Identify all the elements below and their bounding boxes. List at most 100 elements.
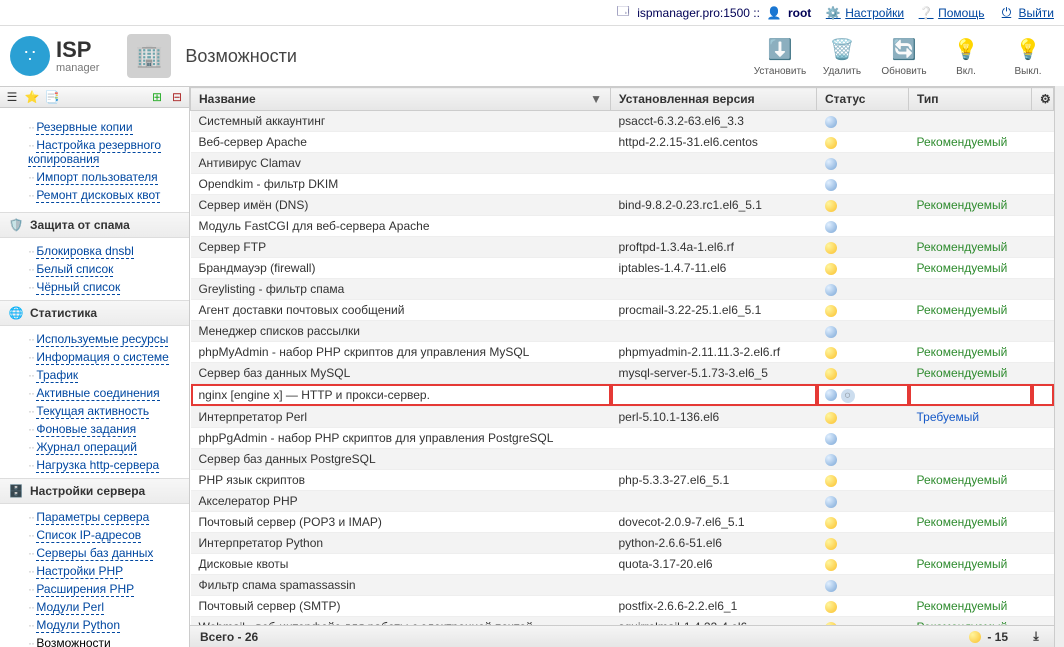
col-status-header[interactable]: Статус [817,88,909,111]
table-row[interactable]: Веб-сервер Apachehttpd-2.2.15-31.el6.cen… [191,132,1054,153]
cell-status [817,575,909,596]
cell-status [817,216,909,237]
sidebar-link[interactable]: Модули Python [36,618,120,633]
help-link[interactable]: ❔Помощь [918,5,984,21]
table-row[interactable]: Акселератор PHP [191,491,1054,512]
cell-name: Почтовый сервер (SMTP) [191,596,611,617]
table-row[interactable]: Сервер баз данных PostgreSQL [191,449,1054,470]
sidebar-group-title[interactable]: 🗄️Настройки сервера [0,478,189,504]
sidebar-link[interactable]: Модули Perl [36,600,104,615]
col-version-header[interactable]: Установленная версия [611,88,817,111]
footer-on-count: - 15 [987,630,1008,644]
cell-type [909,491,1032,512]
sidebar-link[interactable]: Серверы баз данных [36,546,153,561]
add-icon[interactable]: ⊞ [149,89,165,105]
table-row[interactable]: Почтовый сервер (SMTP)postfix-2.6.6-2.2.… [191,596,1054,617]
bulb-on-icon [825,200,837,212]
sidebar-link[interactable]: Активные соединения [36,386,159,401]
settings-link[interactable]: ⚙️Настройки [825,5,904,21]
table-row[interactable]: Интерпретатор Pythonpython-2.6.6-51.el6 [191,533,1054,554]
table-row[interactable]: Агент доставки почтовых сообщенийprocmai… [191,300,1054,321]
col-name-header[interactable]: Название▼ [191,88,611,111]
cell-status [817,407,909,428]
group-icon: 🌐 [8,305,24,321]
sidebar-link[interactable]: Журнал операций [36,440,137,455]
cell-type [909,533,1032,554]
table-row[interactable]: Webmail - веб-интерфейс для работы с эле… [191,617,1054,626]
col-config-header[interactable]: ⚙ [1032,88,1054,111]
cell-version [611,428,817,449]
cell-name: nginx [engine x] — HTTP и прокси-сервер. [191,384,611,407]
sidebar-link[interactable]: Настройки PHP [36,564,123,579]
sidebar-link[interactable]: Чёрный список [36,280,120,295]
sidebar-link[interactable]: Информация о системе [36,350,168,365]
export-icon[interactable]: ⤓ [1028,629,1044,645]
table-row[interactable]: phpMyAdmin - набор PHP скриптов для упра… [191,342,1054,363]
table-row[interactable]: Сервер FTPproftpd-1.3.4a-1.el6.rfРекомен… [191,237,1054,258]
bulb-on-icon [825,242,837,254]
favorite-icon[interactable]: ⭐ [24,89,40,105]
gear-icon: ⚙️ [825,5,841,21]
cell-type [909,111,1032,132]
table-row[interactable]: Системный аккаунтингpsacct-6.3.2-63.el6_… [191,111,1054,132]
cell-name: phpPgAdmin - набор PHP скриптов для упра… [191,428,611,449]
cell-status [817,237,909,258]
delete-button[interactable]: 🗑️Удалить [816,36,868,77]
cell-status [817,342,909,363]
menu-icon[interactable]: ☰ [4,89,20,105]
table-row[interactable]: phpPgAdmin - набор PHP скриптов для упра… [191,428,1054,449]
table-row[interactable]: Брандмауэр (firewall)iptables-1.4.7-11.e… [191,258,1054,279]
col-type-header[interactable]: Тип [909,88,1032,111]
install-button[interactable]: ⬇️Установить [754,36,806,77]
logout-link[interactable]: ⏻Выйти [998,5,1054,21]
table-row[interactable]: Greylisting - фильтр спама [191,279,1054,300]
logo: ∵ ISP manager [10,36,99,76]
power-icon: ⏻ [998,5,1014,21]
sidebar-link[interactable]: Возможности [36,636,110,647]
sidebar-link[interactable]: Параметры сервера [36,510,149,525]
table-row[interactable]: Антивирус Clamav [191,153,1054,174]
scrollbar[interactable] [1054,86,1064,647]
sidebar-link[interactable]: Используемые ресурсы [36,332,168,347]
table-row[interactable]: Сервер баз данных MySQLmysql-server-5.1.… [191,363,1054,384]
sidebar-link[interactable]: Ремонт дисковых квот [36,188,160,203]
table-row[interactable]: Модуль FastCGI для веб-сервера Apache [191,216,1054,237]
sidebar-group-title[interactable]: 🛡️Защита от спама [0,212,189,238]
table-row[interactable]: Интерпретатор Perlperl-5.10.1-136.el6Тре… [191,407,1054,428]
cell-name: Фильтр спама spamassassin [191,575,611,596]
on-button[interactable]: 💡Вкл. [940,36,992,77]
sidebar-group-title[interactable]: 🌐Статистика [0,300,189,326]
bulb-on-icon [825,475,837,487]
cell-cfg [1032,512,1054,533]
sidebar-link[interactable]: Трафик [36,368,78,383]
table-row[interactable]: Почтовый сервер (POP3 и IMAP)dovecot-2.0… [191,512,1054,533]
sidebar-link[interactable]: Список IP-адресов [36,528,141,543]
remove-icon[interactable]: ⊟ [169,89,185,105]
cell-status [817,470,909,491]
sidebar-link[interactable]: Фоновые задания [36,422,136,437]
table-row[interactable]: Дисковые квотыquota-3.17-20.el6Рекоменду… [191,554,1054,575]
table-row[interactable]: nginx [engine x] — HTTP и прокси-сервер.… [191,384,1054,407]
table-row[interactable]: PHP язык скриптовphp-5.3.3-27.el6_5.1Рек… [191,470,1054,491]
cell-cfg [1032,533,1054,554]
table-scroll[interactable]: Название▼ Установленная версия Статус Ти… [190,86,1054,625]
sidebar-link[interactable]: Блокировка dnsbl [36,244,133,259]
sidebar-link[interactable]: Расширения PHP [36,582,134,597]
refresh-icon: 🔄 [890,36,918,64]
table-row[interactable]: Фильтр спама spamassassin [191,575,1054,596]
sidebar-link[interactable]: Текущая активность [36,404,149,419]
help-icon: ❔ [918,5,934,21]
sidebar-link[interactable]: Резервные копии [36,120,132,135]
table-row[interactable]: Сервер имён (DNS)bind-9.8.2-0.23.rc1.el6… [191,195,1054,216]
table-row[interactable]: Opendkim - фильтр DKIM [191,174,1054,195]
tree-icon[interactable]: 📑 [44,89,60,105]
sidebar-link[interactable]: Нагрузка http-сервера [36,458,159,473]
cell-name: Модуль FastCGI для веб-сервера Apache [191,216,611,237]
sidebar-link[interactable]: Импорт пользователя [36,170,157,185]
off-button[interactable]: 💡Выкл. [1002,36,1054,77]
sidebar-link[interactable]: Настройка резервного копирования [28,138,161,167]
sidebar-link[interactable]: Белый список [36,262,113,277]
table-row[interactable]: Менеджер списков рассылки [191,321,1054,342]
refresh-button[interactable]: 🔄Обновить [878,36,930,77]
header: ∵ ISP manager 🏢 Возможности ⬇️Установить… [0,26,1064,86]
